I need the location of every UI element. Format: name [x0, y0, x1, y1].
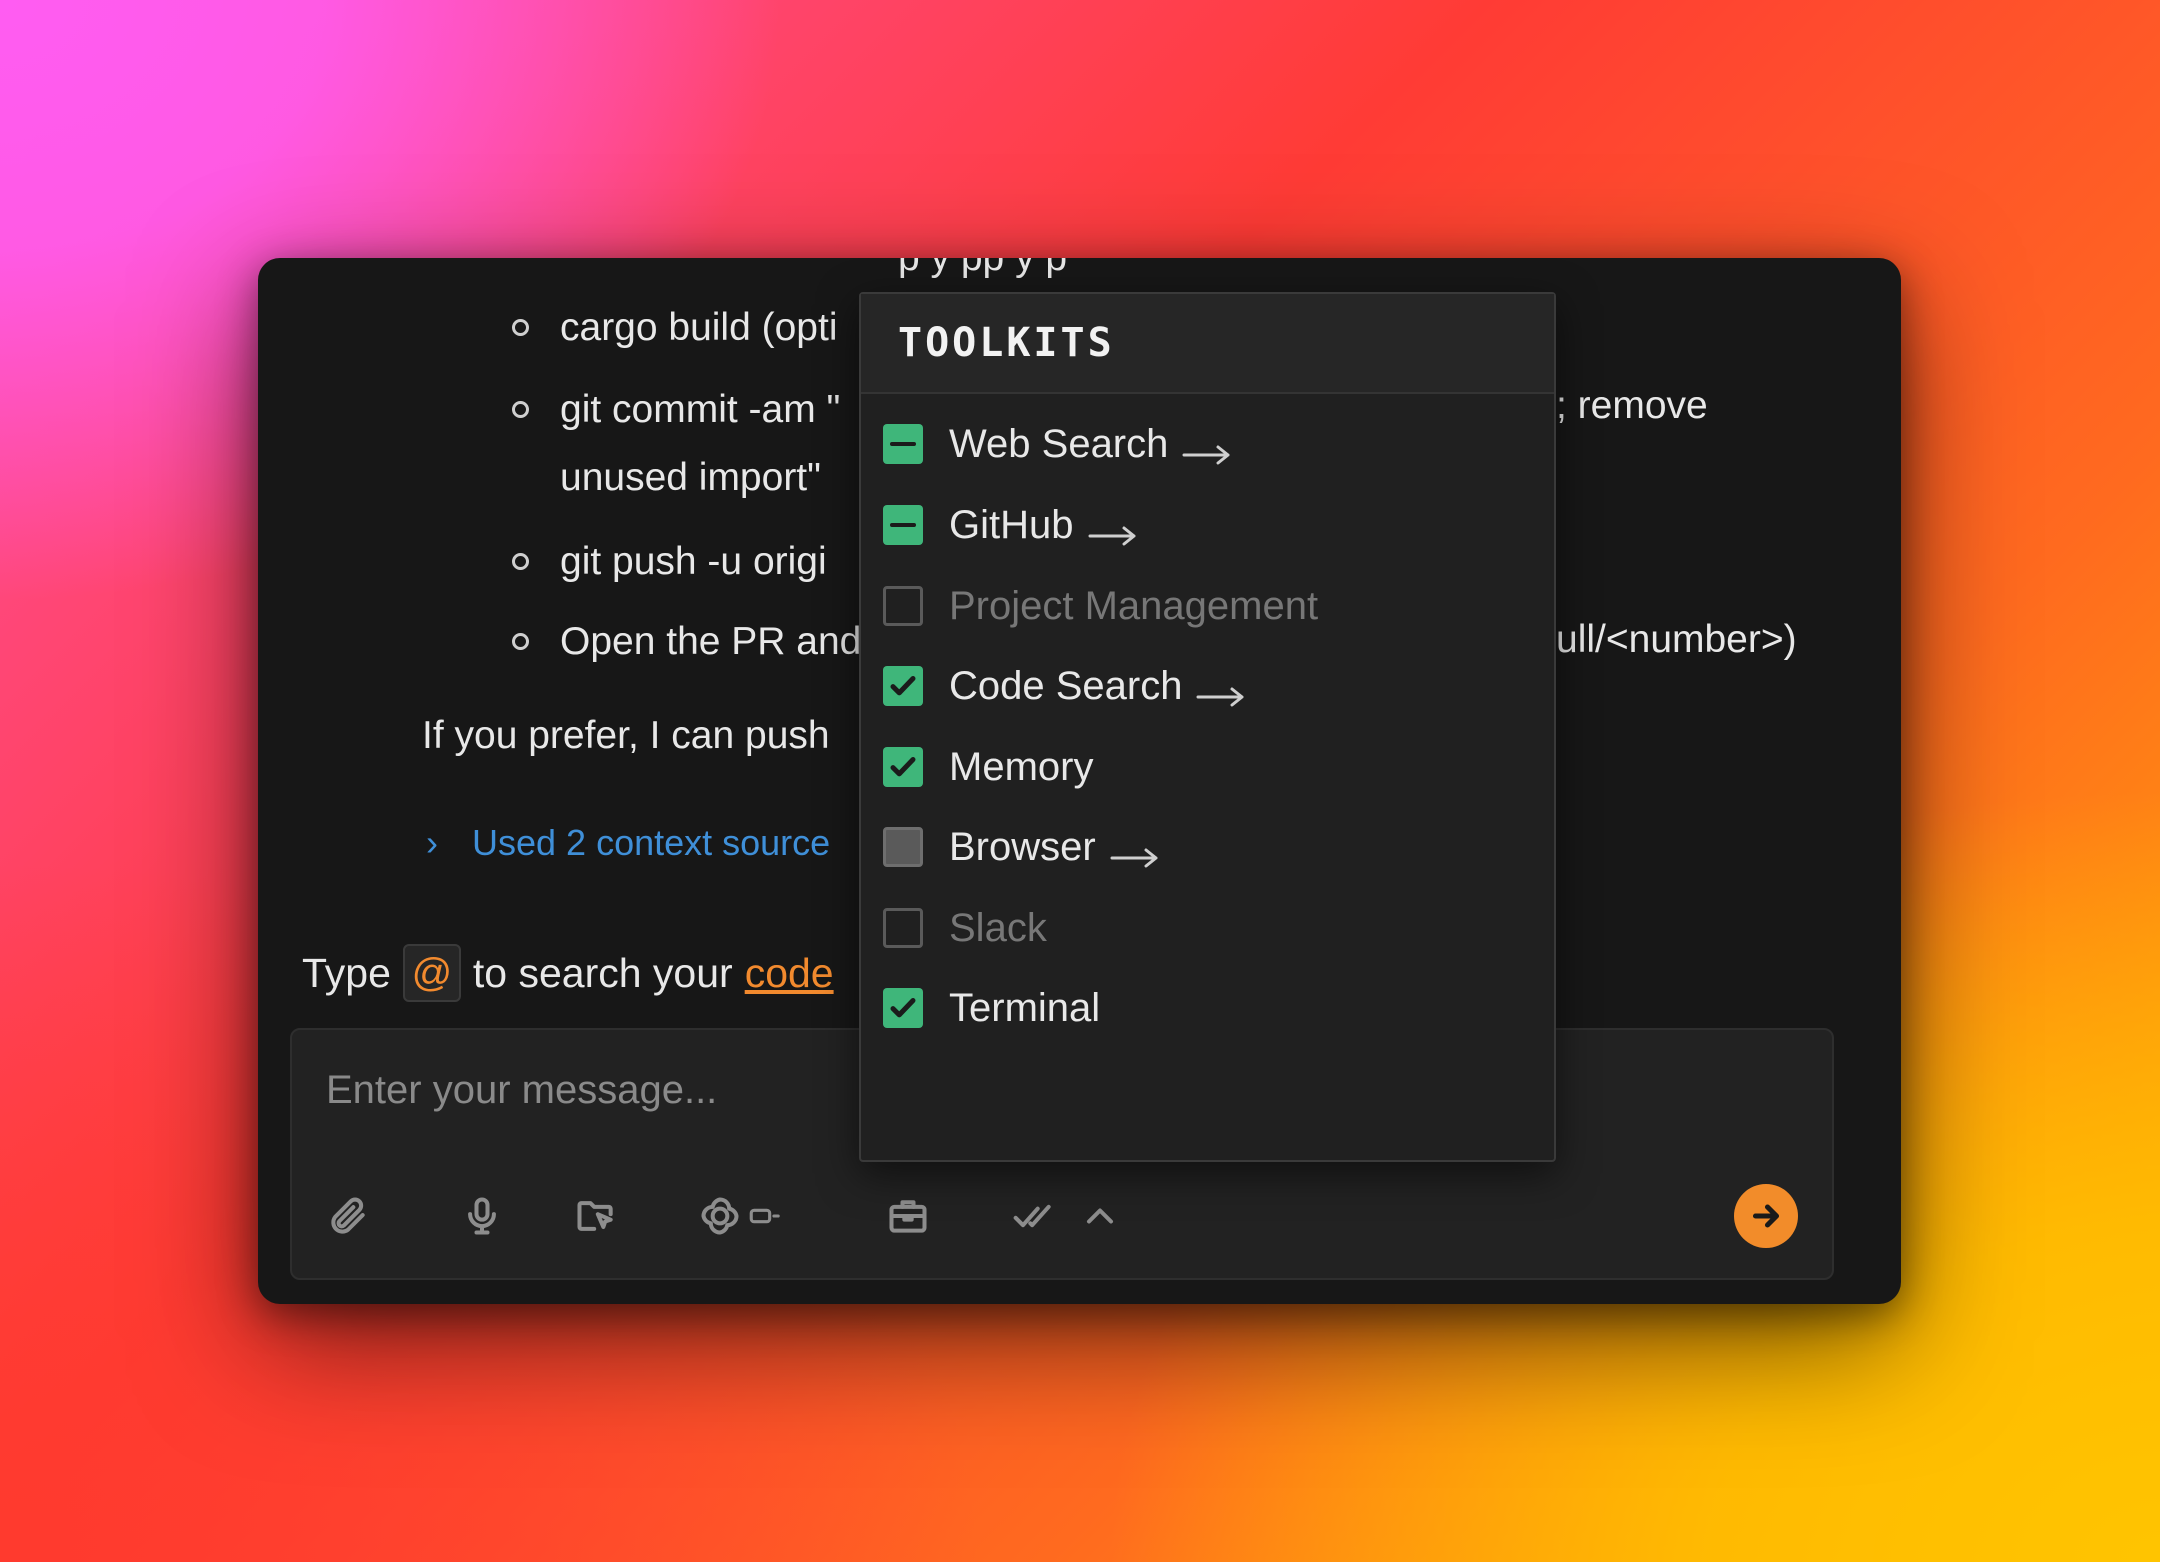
context-sources-label: Used 2 context source — [472, 822, 831, 863]
toolkit-label: Web Search — [949, 421, 1169, 466]
checked-checkbox-icon[interactable] — [883, 988, 923, 1028]
toolkit-label: Project Management — [949, 583, 1319, 628]
briefcase-icon[interactable] — [882, 1190, 934, 1242]
send-button[interactable] — [1734, 1184, 1798, 1248]
list-item-text: unused import" — [560, 456, 821, 499]
checkbox-icon — [883, 586, 923, 626]
toolkit-label: Code Search — [949, 663, 1183, 708]
code-link[interactable]: code — [745, 950, 834, 997]
cut-off-text: p y pp y p — [898, 258, 1067, 280]
chevron-up-icon[interactable] — [1074, 1190, 1126, 1242]
toolkits-popover: TOOLKITS Web Search GitHub Project Manag… — [859, 292, 1556, 1162]
toolkit-item-web-search[interactable]: Web Search — [883, 414, 1232, 474]
toolkit-item-browser[interactable]: Browser — [883, 817, 1160, 877]
checkbox-icon[interactable] — [883, 827, 923, 867]
at-key-badge: @ — [402, 944, 461, 1002]
toolkit-item-project-management: Project Management — [883, 576, 1318, 636]
context-sources-toggle[interactable]: › Used 2 context source — [426, 822, 830, 864]
partial-checkbox-icon[interactable] — [883, 424, 923, 464]
pr-url-tail: ull/<number>) — [1556, 618, 1797, 661]
list-item-continuation: unused import" — [560, 444, 821, 512]
checkbox-icon — [883, 908, 923, 948]
toolkit-label: GitHub — [949, 502, 1074, 547]
toolkit-item-memory[interactable]: Memory — [883, 737, 1093, 797]
mention-hint: Type @ to search your code — [302, 944, 834, 1002]
toolkit-item-code-search[interactable]: Code Search — [883, 656, 1246, 716]
paperclip-icon[interactable] — [322, 1190, 374, 1242]
list-item: git commit -am " — [512, 376, 841, 444]
checked-checkbox-icon[interactable] — [883, 666, 923, 706]
bullet-icon — [512, 633, 529, 650]
bullet-icon — [512, 401, 529, 418]
bullet-icon — [512, 319, 529, 336]
folder-cursor-icon[interactable] — [570, 1190, 622, 1242]
hint-prefix: Type — [302, 949, 391, 996]
list-item-text: cargo build (opti — [560, 306, 838, 349]
assistant-paragraph: If you prefer, I can push — [422, 714, 830, 757]
checked-checkbox-icon[interactable] — [883, 747, 923, 787]
toolkit-label: Terminal — [949, 985, 1101, 1030]
hint-middle: to search your — [472, 949, 733, 996]
list-item-text: git commit -am " — [560, 388, 841, 431]
double-check-icon[interactable] — [1008, 1190, 1060, 1242]
list-item: cargo build (opti — [512, 294, 838, 362]
commit-message-tail: ; remove — [1556, 384, 1708, 427]
chevron-right-icon: › — [426, 822, 438, 863]
microphone-icon[interactable] — [456, 1190, 508, 1242]
arrow-right-icon[interactable] — [1088, 513, 1138, 546]
popover-header: TOOLKITS — [861, 294, 1554, 394]
bullet-icon — [512, 553, 529, 570]
openai-model-icon[interactable] — [694, 1190, 746, 1242]
toolkit-label: Memory — [949, 744, 1094, 789]
arrow-right-icon[interactable] — [1110, 835, 1160, 868]
list-item-text: git push -u origi — [560, 540, 827, 583]
toolkit-label: Slack — [949, 905, 1047, 950]
toolkit-item-github[interactable]: GitHub — [883, 495, 1138, 555]
popover-title: TOOLKITS — [898, 320, 1115, 366]
arrow-right-icon[interactable] — [1196, 674, 1246, 707]
chat-window: p y pp y p cargo build (opti git commit … — [258, 258, 1901, 1304]
list-item: Open the PR and — [512, 608, 862, 676]
arrow-right-icon[interactable] — [1182, 432, 1232, 465]
toolkit-item-slack: Slack — [883, 898, 1047, 958]
toolkit-item-terminal[interactable]: Terminal — [883, 978, 1100, 1038]
arrow-right-icon — [1752, 1204, 1780, 1228]
partial-checkbox-icon[interactable] — [883, 505, 923, 545]
toolkit-label: Browser — [949, 824, 1096, 869]
list-item: git push -u origi — [512, 528, 827, 596]
model-toggle-icon[interactable] — [744, 1190, 784, 1242]
list-item-text: Open the PR and — [560, 620, 862, 663]
